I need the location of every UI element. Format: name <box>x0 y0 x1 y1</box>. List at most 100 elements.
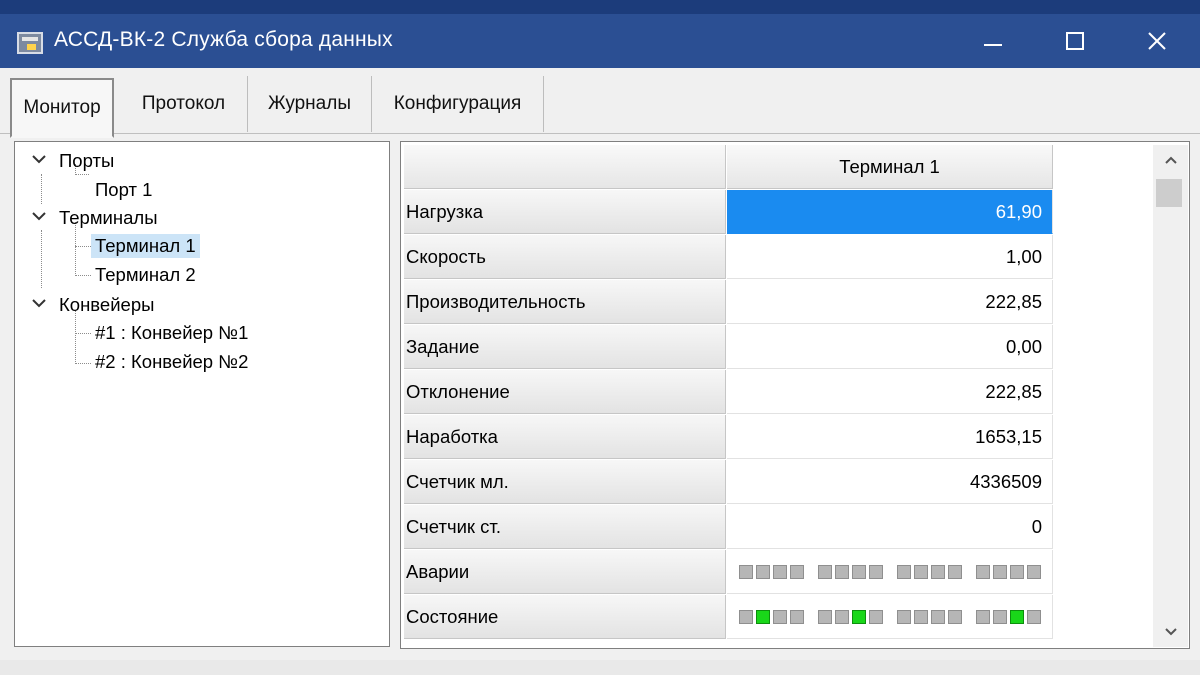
grid-corner-header <box>404 145 726 189</box>
tree-group-conveyors[interactable]: Конвейеры <box>55 293 158 317</box>
indicator-group <box>818 609 886 624</box>
grid-cell[interactable]: 1653,15 <box>727 415 1053 459</box>
indicator-lamp-off <box>897 564 911 579</box>
indicator-lamp-off <box>1027 609 1041 624</box>
row-header[interactable]: Скорость <box>404 235 726 279</box>
tree-connector <box>75 333 91 334</box>
tab-label: Монитор <box>23 97 101 118</box>
tree-group-ports[interactable]: Порты <box>55 149 118 173</box>
indicator-lamp-off <box>914 609 928 624</box>
tab-configuration[interactable]: Конфигурация <box>372 76 544 132</box>
scroll-thumb[interactable] <box>1156 179 1182 207</box>
tree-connector <box>75 222 76 276</box>
indicator-lamp-off <box>976 564 990 579</box>
row-header[interactable]: Задание <box>404 325 726 369</box>
grid-cell[interactable]: 4336509 <box>727 460 1053 504</box>
window-bottom-edge <box>0 660 1200 675</box>
row-header[interactable]: Счетчик мл. <box>404 460 726 504</box>
chevron-down-icon[interactable] <box>31 153 47 165</box>
tree-connector <box>75 174 89 175</box>
indicator-lamp-off <box>739 609 753 624</box>
indicator-lamp-off <box>931 609 945 624</box>
minimize-icon <box>984 44 1002 46</box>
tree-connector <box>75 310 76 364</box>
close-icon <box>1148 32 1166 50</box>
indicator-lamp-off <box>993 564 1007 579</box>
grid-cell[interactable]: 222,85 <box>727 280 1053 324</box>
grid-cell[interactable]: 61,90 <box>727 190 1053 234</box>
tree-item-port-1[interactable]: Порт 1 <box>91 178 156 202</box>
title-bar[interactable]: АССД-ВК-2 Служба сбора данных <box>0 0 1200 68</box>
indicator-lamp-off <box>790 609 804 624</box>
scroll-down-button[interactable] <box>1153 617 1188 647</box>
indicator-lamp-off <box>993 609 1007 624</box>
state-indicator-cell[interactable] <box>727 595 1053 639</box>
indicator-lamp-on <box>852 609 866 624</box>
indicator-lamp-off <box>739 564 753 579</box>
minimize-button[interactable] <box>958 14 1028 68</box>
grid-cell[interactable]: 222,85 <box>727 370 1053 414</box>
chevron-down-icon[interactable] <box>31 297 47 309</box>
indicator-group <box>739 564 807 579</box>
tree-item-terminal-1[interactable]: Терминал 1 <box>91 234 200 258</box>
indicator-group <box>897 609 965 624</box>
tree-connector <box>75 246 91 247</box>
tree-connector <box>41 230 42 288</box>
tree-group-terminals[interactable]: Терминалы <box>55 206 162 230</box>
indicator-group <box>897 564 965 579</box>
row-header[interactable]: Счетчик ст. <box>404 505 726 549</box>
indicator-lamp-off <box>976 609 990 624</box>
indicator-lamp-off <box>852 564 866 579</box>
column-header[interactable]: Терминал 1 <box>727 145 1053 189</box>
indicator-group <box>818 564 886 579</box>
indicator-group <box>976 564 1044 579</box>
tab-monitor[interactable]: Монитор <box>10 78 114 138</box>
grid-cell[interactable]: 0,00 <box>727 325 1053 369</box>
indicator-lamp-off <box>869 564 883 579</box>
tree-item-conveyor-2[interactable]: #2 : Конвейер №2 <box>91 350 252 374</box>
tree-item-terminal-2[interactable]: Терминал 2 <box>91 263 200 287</box>
indicator-lamp-off <box>931 564 945 579</box>
tab-journals[interactable]: Журналы <box>248 76 372 132</box>
row-header[interactable]: Состояние <box>404 595 726 639</box>
indicator-lamp-off <box>818 564 832 579</box>
row-header[interactable]: Нагрузка <box>404 190 726 234</box>
tab-bar: Монитор Протокол Журналы Конфигурация <box>0 68 1200 138</box>
row-header[interactable]: Производительность <box>404 280 726 324</box>
maximize-icon <box>1066 32 1084 50</box>
indicator-lamp-off <box>773 564 787 579</box>
indicator-lamp-off <box>869 609 883 624</box>
indicator-lamp-on <box>756 609 770 624</box>
close-button[interactable] <box>1122 14 1192 68</box>
maximize-button[interactable] <box>1040 14 1110 68</box>
grid-cell[interactable]: 0 <box>727 505 1053 549</box>
indicator-lamp-off <box>948 564 962 579</box>
indicator-lamp-off <box>835 564 849 579</box>
indicator-lamp-off <box>835 609 849 624</box>
object-tree[interactable]: Порты Порт 1 Терминалы Терминал 1 Термин… <box>14 141 390 647</box>
chevron-down-icon[interactable] <box>31 210 47 222</box>
scroll-up-arrow-icon <box>1164 156 1177 164</box>
row-header[interactable]: Наработка <box>404 415 726 459</box>
indicator-lamp-off <box>756 564 770 579</box>
indicator-lamp-off <box>818 609 832 624</box>
indicator-group <box>976 609 1044 624</box>
app-window-icon <box>17 32 43 54</box>
tab-label: Конфигурация <box>393 93 522 114</box>
vertical-scrollbar[interactable] <box>1153 145 1188 647</box>
row-header[interactable]: Аварии <box>404 550 726 594</box>
tree-connector <box>75 363 91 364</box>
scroll-up-button[interactable] <box>1153 145 1188 175</box>
tab-protocol[interactable]: Протокол <box>120 76 248 132</box>
indicator-lamp-off <box>914 564 928 579</box>
tab-label: Протокол <box>141 93 226 114</box>
tree-connector <box>41 174 42 204</box>
grid-cell[interactable]: 1,00 <box>727 235 1053 279</box>
scroll-down-arrow-icon <box>1164 628 1177 636</box>
alarms-indicator-cell[interactable] <box>727 550 1053 594</box>
row-header[interactable]: Отклонение <box>404 370 726 414</box>
tree-item-conveyor-1[interactable]: #1 : Конвейер №1 <box>91 321 252 345</box>
indicator-lamp-off <box>948 609 962 624</box>
tree-connector <box>75 275 91 276</box>
indicator-lamp-off <box>1010 564 1024 579</box>
